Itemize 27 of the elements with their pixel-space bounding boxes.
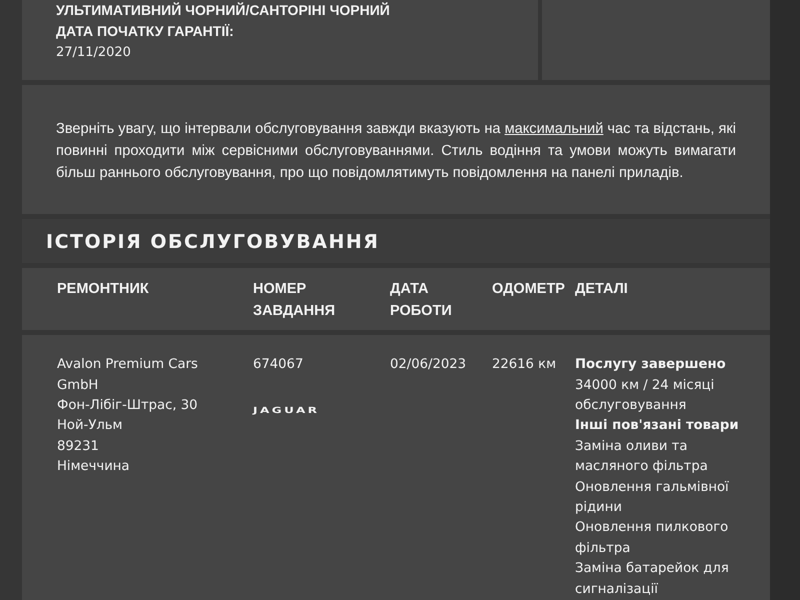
- column-header: РЕМОНТНИК: [57, 280, 150, 300]
- dealer-text: Фон-Лібіг-Штрас, 30: [57, 396, 199, 415]
- details-item: Заміна оливи та масляного фільтра: [575, 438, 709, 476]
- column-header: ДАТА РОБОТИ: [390, 280, 453, 322]
- column-header: ДЕТАЛІ: [575, 280, 629, 300]
- details-item: Оновлення гальмівної рідини: [575, 478, 730, 517]
- details-item: 34000 км / 24 місяці обслуговування: [575, 376, 716, 415]
- dealer-text: Avalon Premium Cars GmbH: [57, 356, 199, 395]
- warranty-date: 27/11/2020: [56, 44, 132, 62]
- column-header: ОДОМЕТР: [492, 280, 566, 300]
- section-title: ІСТОРІЯ ОБСЛУГОВУВАННЯ: [22, 219, 770, 264]
- details-heading: Послугу завершено: [575, 356, 727, 374]
- dealer-text: 89231: [57, 438, 100, 456]
- odometer-value: 22616 км: [492, 356, 558, 374]
- details-item: Заміна батарейок для сигналізації: [575, 560, 730, 599]
- dealer-text: Німеччина: [57, 458, 130, 476]
- details-item: Оновлення пилкового фільтра: [575, 519, 730, 558]
- details-heading: Інші пов'язані товари: [575, 417, 740, 436]
- work-date: 02/06/2023: [390, 356, 468, 374]
- job-number: 674067: [253, 356, 304, 374]
- notice-text: Зверніть увагу, що інтервали обслуговування завжди вказують на максимальний час та відстань, які повинні проходити між сервісними обслуговуваннями. Стиль водіння та умови можуть вимагати більш раннього обслуговування, про що повідомлятимуть повідомлення на панелі приладів.: [22, 85, 770, 214]
- maximum-link[interactable]: максимальний: [504, 121, 604, 138]
- warranty-label: ДАТА ПОЧАТКУ ГАРАНТІЇ:: [56, 22, 235, 41]
- color-value: УЛЬТИМАТИВНИЙ ЧОРНИЙ/САНТОРІНІ ЧОРНИЙ: [56, 1, 391, 20]
- dealer-text: Ной-Ульм: [57, 417, 124, 436]
- column-header: НОМЕР ЗАВДАННЯ: [253, 280, 336, 322]
- brand-logo: JAGUAR: [253, 404, 321, 417]
